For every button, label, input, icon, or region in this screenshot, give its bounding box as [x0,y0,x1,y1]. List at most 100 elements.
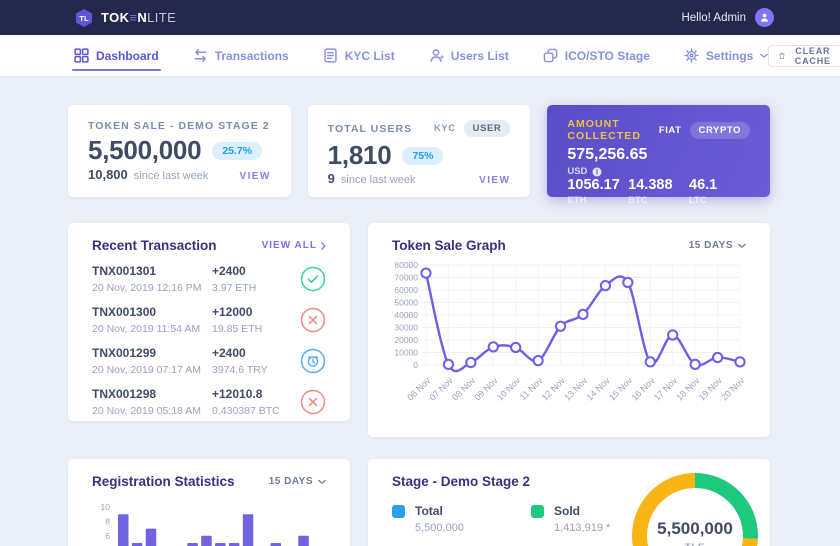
status-approved-icon[interactable] [300,266,326,292]
nav-label: KYC List [345,49,395,63]
token-sale-value: 5,500,000 [88,135,201,166]
clear-cache-button[interactable]: CLEAR CACHE [768,45,840,67]
info-icon[interactable] [592,167,602,177]
svg-text:15 Nov: 15 Nov [607,375,635,403]
ltc-amount: 46.1 LTC [689,177,750,206]
svg-text:20 Nov: 20 Nov [719,375,746,403]
view-link[interactable]: VIEW [240,171,271,182]
chevron-right-icon [321,242,326,250]
users-list-icon [429,48,444,63]
btc-amount: 14.388 BTC [628,177,689,206]
svg-text:06 Nov: 06 Nov [405,375,433,403]
svg-text:50000: 50000 [394,298,418,308]
card-title: TOTAL USERS [328,123,412,135]
status-rejected-icon[interactable] [300,389,326,415]
svg-text:17 Nov: 17 Nov [652,375,680,403]
token-sale-line-chart: 0100002000030000400005000060000700008000… [392,257,746,417]
nav-item-settings[interactable]: Settings [684,35,768,76]
delta-value: 10,800 [88,167,128,182]
user-toggle[interactable]: USER [464,120,511,137]
period-dropdown[interactable]: 15 DAYS [269,476,326,487]
registration-statistics-panel: Registration Statistics 15 DAYS 246810 [68,459,350,546]
transaction-row[interactable]: TNX001301 20 Nov, 2019 12:16 PM +2400 3.… [92,264,326,294]
transactions-icon [193,48,208,63]
greeting-text: Hello! Admin [681,12,746,24]
svg-text:30000: 30000 [394,323,418,333]
svg-text:10 Nov: 10 Nov [495,375,523,403]
chevron-down-icon [318,479,326,485]
legend-item-total: Total 5,500,000 [392,504,519,534]
panel-title: Recent Transaction [92,238,217,253]
chevron-down-icon [738,243,746,249]
chevron-down-icon [760,53,768,59]
nav-item-transactions[interactable]: Transactions [193,35,289,76]
nav-label: Dashboard [96,49,159,63]
main-nav: Dashboard Transactions KYC List Users Li… [0,35,840,77]
token-sale-graph-panel: Token Sale Graph 15 DAYS 010000200003000… [368,223,770,437]
nav-item-users-list[interactable]: Users List [429,35,509,76]
amount-usd-value: 575,256.65 [567,146,750,164]
currency-label: USD [567,166,587,177]
token-sale-badge: 25.7% [212,142,262,160]
svg-text:6: 6 [105,531,110,541]
nav-label: Settings [706,49,753,63]
currency-toggle: FIAT CRYPTO [659,122,750,139]
person-icon [759,12,770,23]
total-users-badge: 75% [402,147,443,165]
card-title: AMOUNT COLLECTED [567,118,659,142]
status-rejected-icon[interactable] [300,307,326,333]
recent-transactions-panel: Recent Transaction VIEW ALL TNX001301 20… [68,223,350,421]
nav-label: ICO/STO Stage [565,49,650,63]
panel-title: Registration Statistics [92,474,235,489]
svg-text:TL: TL [79,14,89,23]
stage-donut-chart: 5,500,000 TLE [632,473,758,546]
svg-text:12 Nov: 12 Nov [540,375,568,403]
svg-text:18 Nov: 18 Nov [674,375,702,403]
nav-item-ico-sto-stage[interactable]: ICO/STO Stage [543,35,650,76]
users-toggle: KYC USER [434,120,510,137]
top-bar: TL TOK≡NLITE Hello! Admin [0,0,840,35]
svg-text:11 Nov: 11 Nov [518,375,545,402]
total-users-value: 1,810 [328,140,392,171]
eth-amount: 1056.17 ETH [567,177,628,206]
amount-collected-card: AMOUNT COLLECTED FIAT CRYPTO 575,256.65 … [547,105,770,197]
settings-gear-icon [684,48,699,63]
registration-bar-chart: 246810 [92,499,326,546]
delta-value: 9 [328,171,335,186]
transaction-row[interactable]: TNX001299 20 Nov, 2019 07:17 AM +2400 39… [92,346,326,376]
period-dropdown[interactable]: 15 DAYS [689,240,746,251]
svg-text:08 Nov: 08 Nov [450,375,478,403]
total-users-card: TOTAL USERS KYC USER 1,810 75% 9 since l… [308,105,531,197]
svg-text:10000: 10000 [394,348,418,358]
svg-text:40000: 40000 [394,310,418,320]
kyc-toggle[interactable]: KYC [434,123,456,134]
legend-swatch [392,505,405,518]
svg-text:8: 8 [105,516,110,526]
crypto-toggle[interactable]: CRYPTO [690,122,750,139]
dashboard-content: TOKEN SALE - DEMO STAGE 2 5,500,000 25.7… [0,77,840,546]
fiat-toggle[interactable]: FIAT [659,125,682,136]
donut-center-value: 5,500,000 [657,519,733,539]
clear-cache-label: CLEAR CACHE [792,46,833,66]
tokenlite-logo-icon: TL [74,8,94,28]
svg-text:07 Nov: 07 Nov [428,375,456,403]
svg-text:10: 10 [101,502,111,512]
svg-text:60000: 60000 [394,285,418,295]
view-link[interactable]: VIEW [479,175,510,186]
transaction-row[interactable]: TNX001298 20 Nov, 2019 05:18 AM +12010.8… [92,387,326,417]
nav-label: Users List [451,49,509,63]
panel-title: Token Sale Graph [392,238,506,253]
view-all-link[interactable]: VIEW ALL [262,240,326,251]
trash-icon [779,50,785,62]
nav-label: Transactions [215,49,289,63]
svg-text:19 Nov: 19 Nov [697,375,725,403]
nav-item-kyc-list[interactable]: KYC List [323,35,395,76]
legend-swatch [531,505,544,518]
user-avatar[interactable] [755,8,774,27]
status-pending-icon[interactable] [300,348,326,374]
transaction-row[interactable]: TNX001300 20 Nov, 2019 11:54 AM +12000 1… [92,305,326,335]
svg-text:0: 0 [413,360,418,370]
nav-item-dashboard[interactable]: Dashboard [74,35,159,76]
svg-text:80000: 80000 [394,260,418,270]
delta-caption: since last week [134,170,209,182]
